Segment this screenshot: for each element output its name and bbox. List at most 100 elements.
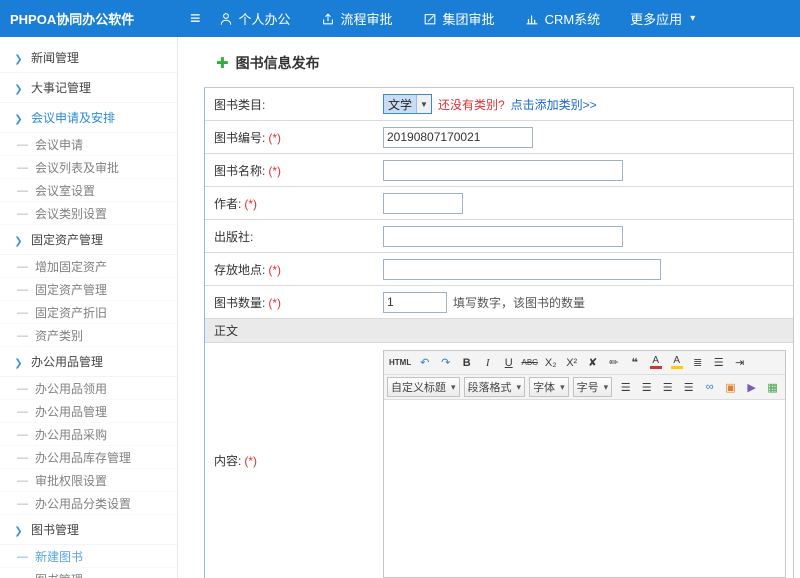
hamburger-menu-icon[interactable]: ≡ bbox=[190, 8, 201, 29]
book-name-input[interactable] bbox=[383, 160, 623, 181]
sidebar-item[interactable]: 办公用品采购 bbox=[0, 423, 177, 446]
editor-content-area[interactable] bbox=[384, 400, 785, 577]
field-label: 出版社: bbox=[214, 230, 253, 244]
bullet-icon bbox=[17, 427, 28, 441]
bullet-icon bbox=[17, 549, 28, 563]
sidebar-item[interactable]: 图书管理 bbox=[0, 568, 177, 578]
menu-workflow-approval[interactable]: 流程审批 bbox=[321, 9, 393, 28]
font-color-button[interactable]: A bbox=[646, 353, 665, 372]
sidebar-item[interactable]: 新闻管理 bbox=[0, 43, 177, 73]
section-bar-label: 正文 bbox=[205, 322, 238, 339]
category-select[interactable]: 文学 ▼ bbox=[383, 94, 432, 114]
align-center-button[interactable]: ☰ bbox=[637, 378, 656, 397]
add-category-link[interactable]: 点击添加类别>> bbox=[511, 96, 597, 113]
form-row-location: 存放地点:(*) bbox=[205, 253, 793, 286]
sidebar-item[interactable]: 会议类别设置 bbox=[0, 202, 177, 225]
menu-crm-system[interactable]: CRM系统 bbox=[525, 9, 601, 28]
chevron-down-icon: ▼ bbox=[416, 95, 431, 113]
sidebar-item[interactable]: 办公用品管理 bbox=[0, 400, 177, 423]
sidebar-item[interactable]: 图书管理 bbox=[0, 515, 177, 545]
sidebar-item[interactable]: 审批权限设置 bbox=[0, 469, 177, 492]
align-right-button[interactable]: ☰ bbox=[658, 378, 677, 397]
field-label: 内容: bbox=[214, 452, 241, 469]
bullet-icon bbox=[13, 51, 24, 65]
sidebar-nav: 新闻管理 大事记管理 会议申请及安排 会议申请 会议列表及审批 会议室设置 bbox=[0, 37, 178, 578]
underline-button[interactable]: U bbox=[499, 353, 518, 372]
sidebar-item-label: 资产类别 bbox=[35, 327, 83, 344]
sidebar-item-label: 办公用品领用 bbox=[35, 380, 107, 397]
highlight-color-button[interactable]: A bbox=[667, 353, 686, 372]
format-painter-button[interactable]: ✏ bbox=[604, 353, 623, 372]
quantity-hint: 填写数字，该图书的数量 bbox=[453, 294, 585, 311]
sidebar-item[interactable]: 会议列表及审批 bbox=[0, 156, 177, 179]
menu-personal-office[interactable]: 个人办公 bbox=[219, 9, 291, 28]
field-label: 图书类目: bbox=[214, 98, 265, 112]
bullet-icon bbox=[17, 137, 28, 151]
app-title: PHPOA协同办公软件 bbox=[0, 9, 178, 28]
sidebar-item[interactable]: 办公用品管理 bbox=[0, 347, 177, 377]
bold-button[interactable]: B bbox=[457, 353, 476, 372]
quantity-input[interactable] bbox=[383, 292, 447, 313]
sidebar-item[interactable]: 办公用品库存管理 bbox=[0, 446, 177, 469]
editor-toolbar-row-2: 自定义标题 ▾ 段落格式 ▾ 字体 ▾ bbox=[384, 375, 785, 400]
remove-format-button[interactable]: ✘ bbox=[583, 353, 602, 372]
indent-button[interactable]: ⇥ bbox=[730, 353, 749, 372]
app-window: PHPOA协同办公软件 ≡ 个人办公 流程审批 集团审批 CRM系统 更多应用 … bbox=[0, 0, 800, 578]
sidebar-item-label: 办公用品分类设置 bbox=[35, 495, 131, 512]
sidebar-item[interactable]: 会议申请及安排 bbox=[0, 103, 177, 133]
font-size-select[interactable]: 字号 ▾ bbox=[573, 377, 613, 397]
sidebar-item[interactable]: 大事记管理 bbox=[0, 73, 177, 103]
image-button[interactable]: ▣ bbox=[721, 378, 740, 397]
chevron-down-icon: ▾ bbox=[604, 382, 609, 393]
menu-label: 个人办公 bbox=[239, 9, 291, 28]
italic-button[interactable]: I bbox=[478, 353, 497, 372]
bullet-icon bbox=[13, 111, 24, 125]
ordered-list-button[interactable]: ≣ bbox=[688, 353, 707, 372]
form-row-quantity: 图书数量:(*) 填写数字，该图书的数量 bbox=[205, 286, 793, 319]
blockquote-button[interactable]: ❝ bbox=[625, 353, 644, 372]
sidebar-item[interactable]: 固定资产管理 bbox=[0, 225, 177, 255]
font-family-select[interactable]: 字体 ▾ bbox=[529, 377, 569, 397]
body-section-header: 正文 bbox=[205, 319, 793, 343]
sidebar-item[interactable]: 固定资产折旧 bbox=[0, 301, 177, 324]
sidebar-item[interactable]: 增加固定资产 bbox=[0, 255, 177, 278]
sidebar-item[interactable]: 办公用品分类设置 bbox=[0, 492, 177, 515]
redo-button[interactable]: ↷ bbox=[436, 353, 455, 372]
location-input[interactable] bbox=[383, 259, 661, 280]
menu-label: 更多应用 bbox=[630, 9, 682, 28]
add-icon: ✚ bbox=[216, 54, 229, 72]
paragraph-format-select[interactable]: 段落格式 ▾ bbox=[464, 377, 526, 397]
dropdown-label: 字体 bbox=[533, 379, 555, 395]
sidebar-item-label: 固定资产管理 bbox=[35, 281, 107, 298]
sidebar-item-label: 图书管理 bbox=[31, 521, 79, 538]
sidebar-item[interactable]: 新建图书 bbox=[0, 545, 177, 568]
publisher-input[interactable] bbox=[383, 226, 623, 247]
strikethrough-button[interactable]: ABC bbox=[520, 353, 539, 372]
align-left-button[interactable]: ☰ bbox=[616, 378, 635, 397]
sidebar-item[interactable]: 办公用品领用 bbox=[0, 377, 177, 400]
superscript-button[interactable]: X² bbox=[562, 353, 581, 372]
menu-label: CRM系统 bbox=[545, 9, 601, 28]
link-button[interactable]: ∞ bbox=[700, 378, 719, 397]
sidebar-item[interactable]: 固定资产管理 bbox=[0, 278, 177, 301]
field-label: 存放地点: bbox=[214, 263, 265, 277]
required-marker: (*) bbox=[268, 296, 281, 310]
required-marker: (*) bbox=[244, 197, 257, 211]
custom-title-select[interactable]: 自定义标题 ▾ bbox=[387, 377, 460, 397]
align-justify-button[interactable]: ☰ bbox=[679, 378, 698, 397]
table-button[interactable]: ▦ bbox=[763, 378, 782, 397]
unordered-list-button[interactable]: ☰ bbox=[709, 353, 728, 372]
sidebar-item[interactable]: 会议室设置 bbox=[0, 179, 177, 202]
sidebar-item[interactable]: 会议申请 bbox=[0, 133, 177, 156]
book-no-input[interactable] bbox=[383, 127, 533, 148]
undo-button[interactable]: ↶ bbox=[415, 353, 434, 372]
media-button[interactable]: ▶ bbox=[742, 378, 761, 397]
menu-group-approval[interactable]: 集团审批 bbox=[423, 9, 495, 28]
form-row-book-no: 图书编号:(*) bbox=[205, 121, 793, 154]
subscript-button[interactable]: X₂ bbox=[541, 353, 560, 372]
author-input[interactable] bbox=[383, 193, 463, 214]
html-source-button[interactable]: HTML bbox=[387, 353, 413, 372]
required-marker: (*) bbox=[244, 454, 257, 468]
sidebar-item[interactable]: 资产类别 bbox=[0, 324, 177, 347]
menu-more-apps[interactable]: 更多应用 ▾ bbox=[630, 9, 695, 28]
